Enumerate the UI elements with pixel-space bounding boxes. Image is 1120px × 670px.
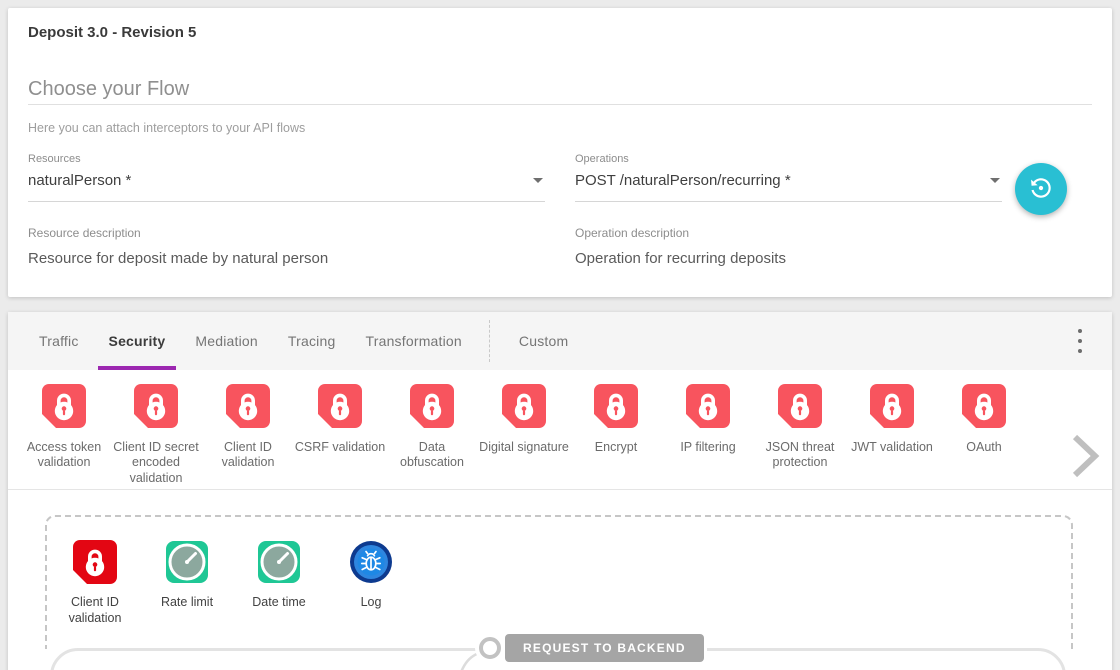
operation-description: Operation description Operation for recu… <box>575 226 786 267</box>
operations-selected-option: POST /naturalPerson/recurring * <box>575 172 791 189</box>
palette-interceptor[interactable]: IP filtering <box>662 384 754 486</box>
palette-interceptor[interactable]: Data obfuscation <box>386 384 478 486</box>
bug-icon <box>349 540 393 584</box>
restore-icon <box>1028 175 1054 204</box>
section-divider <box>28 104 1092 105</box>
operation-description-value: Operation for recurring deposits <box>575 250 786 267</box>
interceptor-category-tab[interactable]: Transformation <box>350 312 476 370</box>
lock-icon <box>502 384 546 428</box>
operations-value[interactable]: POST /naturalPerson/recurring * <box>575 172 1002 202</box>
section-title: Choose your Flow <box>28 78 189 101</box>
restore-flow-button[interactable] <box>1015 163 1067 215</box>
tab-label: Traffic <box>39 333 79 349</box>
flow-canvas: Client ID validation Rate limit <box>8 490 1112 670</box>
section-subtitle: Here you can attach interceptors to your… <box>28 121 305 135</box>
attached-interceptors: Client ID validation Rate limit <box>49 540 417 626</box>
operations-select[interactable]: Operations POST /naturalPerson/recurring… <box>575 153 1002 202</box>
api-title: Deposit 3.0 - Revision 5 <box>28 24 196 41</box>
palette-interceptor-label: IP filtering <box>680 440 735 455</box>
palette-interceptor[interactable]: JWT validation <box>846 384 938 486</box>
interceptor-category-tab[interactable]: Tracing <box>273 312 351 370</box>
interceptor-category-tab[interactable]: Mediation <box>180 312 273 370</box>
palette-interceptor-label: Data obfuscation <box>386 440 478 471</box>
palette-interceptor[interactable]: JSON threat protection <box>754 384 846 486</box>
attached-interceptor[interactable]: Rate limit <box>141 540 233 626</box>
palette-interceptor-label: Client ID validation <box>202 440 294 471</box>
palette-interceptor[interactable]: CSRF validation <box>294 384 386 486</box>
interceptor-tabs: Traffic Security Mediation Tracing Trans… <box>8 312 1112 370</box>
kebab-menu-icon[interactable] <box>1070 329 1090 353</box>
interceptor-palette: Access token validation Client ID secret… <box>8 370 1112 490</box>
operations-label: Operations <box>575 153 1002 165</box>
api-revision-card: Deposit 3.0 - Revision 5 Choose your Flo… <box>8 8 1112 297</box>
chevron-down-icon <box>533 178 543 183</box>
palette-interceptor-label: CSRF validation <box>295 440 385 455</box>
interceptor-category-tab[interactable]: Security <box>94 312 181 370</box>
palette-interceptor-label: OAuth <box>966 440 1001 455</box>
attached-interceptor-label: Log <box>361 595 382 611</box>
palette-interceptor-label: Encrypt <box>595 440 637 455</box>
resource-description-label: Resource description <box>28 226 328 240</box>
palette-interceptor-label: JSON threat protection <box>754 440 846 471</box>
palette-interceptor[interactable]: Access token validation <box>18 384 110 486</box>
tab-label: Custom <box>519 333 568 349</box>
lock-icon <box>134 384 178 428</box>
tab-label: Mediation <box>195 333 258 349</box>
chevron-right-icon[interactable] <box>1070 434 1100 481</box>
tab-label: Transformation <box>365 333 461 349</box>
gauge-icon <box>165 540 209 584</box>
interceptor-category-tab[interactable]: Traffic <box>24 312 94 370</box>
resources-label: Resources <box>28 153 545 165</box>
palette-interceptor[interactable]: Client ID validation <box>202 384 294 486</box>
gauge-icon <box>257 540 301 584</box>
chevron-down-icon <box>990 178 1000 183</box>
flow-node[interactable] <box>479 637 501 659</box>
lock-icon <box>870 384 914 428</box>
lock-icon <box>594 384 638 428</box>
resources-selected-option: naturalPerson * <box>28 172 131 189</box>
palette-interceptor-label: Digital signature <box>479 440 569 455</box>
operation-description-label: Operation description <box>575 226 786 240</box>
lock-icon <box>318 384 362 428</box>
tab-label: Security <box>109 333 166 349</box>
resource-description: Resource description Resource for deposi… <box>28 226 328 267</box>
palette-interceptor[interactable]: OAuth <box>938 384 1030 486</box>
tab-label: Tracing <box>288 333 336 349</box>
palette-interceptor[interactable]: Client ID secret encoded validation <box>110 384 202 486</box>
lock-icon <box>686 384 730 428</box>
lock-icon <box>962 384 1006 428</box>
lock-icon <box>42 384 86 428</box>
interceptors-card: Traffic Security Mediation Tracing Trans… <box>8 312 1112 670</box>
lock-icon <box>73 540 117 584</box>
attached-interceptor-label: Client ID validation <box>49 595 141 626</box>
lock-icon <box>226 384 270 428</box>
attached-interceptor[interactable]: Log <box>325 540 417 626</box>
palette-interceptor[interactable]: Digital signature <box>478 384 570 486</box>
resource-description-value: Resource for deposit made by natural per… <box>28 250 328 267</box>
palette-interceptor-label: JWT validation <box>851 440 933 455</box>
palette-items: Access token validation Client ID secret… <box>18 384 1030 486</box>
palette-interceptor-label: Access token validation <box>18 440 110 471</box>
resources-select[interactable]: Resources naturalPerson * <box>28 153 545 202</box>
tab-group-divider <box>489 320 490 362</box>
attached-interceptor-label: Date time <box>252 595 306 611</box>
lock-icon <box>778 384 822 428</box>
attached-interceptor[interactable]: Client ID validation <box>49 540 141 626</box>
palette-interceptor[interactable]: Encrypt <box>570 384 662 486</box>
request-to-backend-badge: REQUEST TO BACKEND <box>505 634 704 662</box>
interceptor-category-tab[interactable]: Custom <box>504 312 583 370</box>
lock-icon <box>410 384 454 428</box>
attached-interceptor-label: Rate limit <box>161 595 213 611</box>
palette-interceptor-label: Client ID secret encoded validation <box>110 440 202 486</box>
resources-value[interactable]: naturalPerson * <box>28 172 545 202</box>
attached-interceptor[interactable]: Date time <box>233 540 325 626</box>
